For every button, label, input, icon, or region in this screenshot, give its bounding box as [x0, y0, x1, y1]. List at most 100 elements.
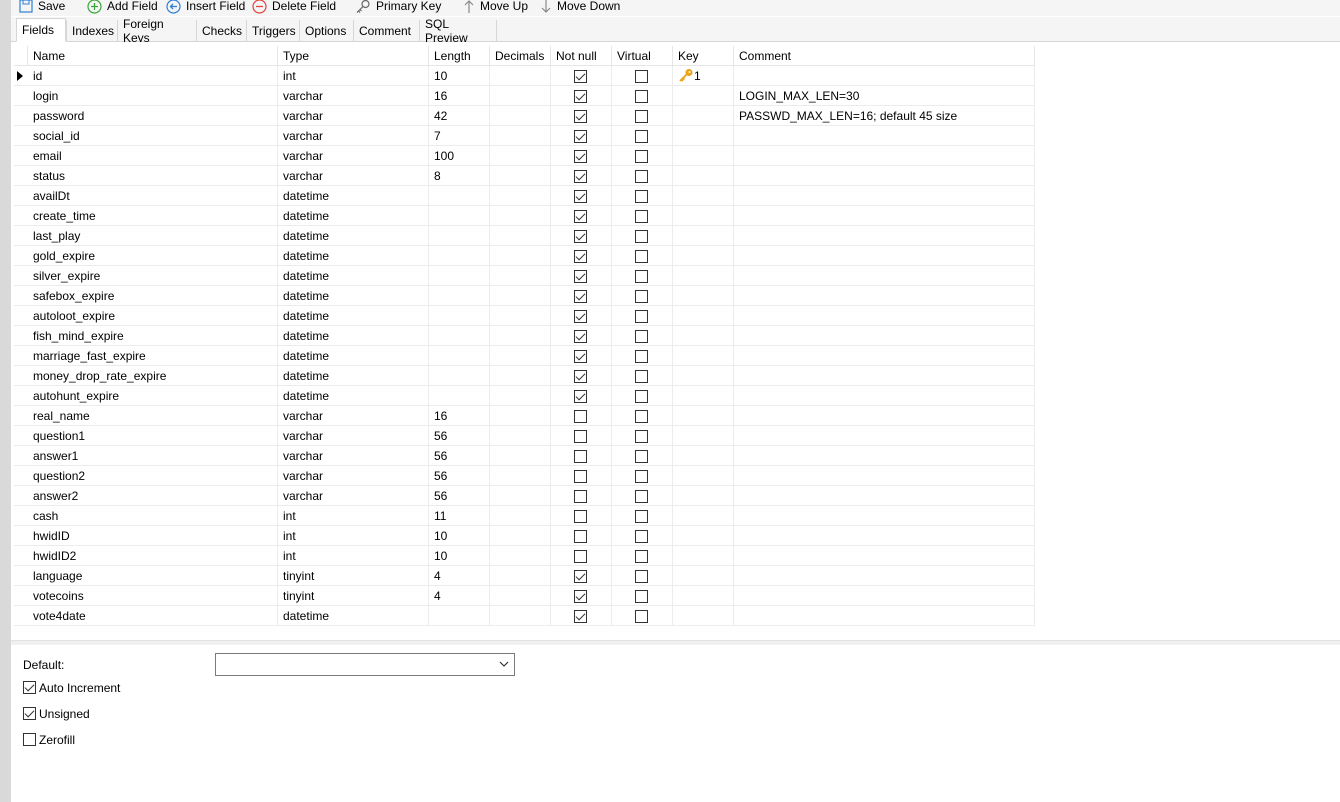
virtual-checkbox[interactable] [635, 470, 648, 483]
virtual-checkbox[interactable] [635, 570, 648, 583]
insert-field-button[interactable]: Insert Field [166, 0, 245, 16]
cell-comment[interactable] [734, 306, 1035, 326]
not-null-checkbox[interactable] [574, 590, 587, 603]
cell-length[interactable] [429, 246, 490, 266]
cell-length[interactable] [429, 326, 490, 346]
cell-comment[interactable] [734, 226, 1035, 246]
cell-decimals[interactable] [490, 426, 551, 446]
cell-type[interactable]: tinyint [278, 566, 429, 586]
table-row[interactable]: hwidID int 10 [14, 526, 1035, 546]
cell-decimals[interactable] [490, 526, 551, 546]
header-length[interactable]: Length [429, 46, 490, 66]
cell-key[interactable] [673, 166, 734, 186]
zerofill-checkbox[interactable] [23, 733, 36, 746]
virtual-checkbox[interactable] [635, 370, 648, 383]
cell-decimals[interactable] [490, 186, 551, 206]
cell-type[interactable]: varchar [278, 486, 429, 506]
cell-decimals[interactable] [490, 66, 551, 86]
table-row[interactable]: money_drop_rate_expire datetime [14, 366, 1035, 386]
cell-decimals[interactable] [490, 366, 551, 386]
cell-length[interactable]: 4 [429, 566, 490, 586]
cell-key[interactable] [673, 486, 734, 506]
table-row[interactable]: gold_expire datetime [14, 246, 1035, 266]
not-null-checkbox[interactable] [574, 510, 587, 523]
cell-decimals[interactable] [490, 166, 551, 186]
cell-comment[interactable] [734, 286, 1035, 306]
cell-type[interactable]: varchar [278, 446, 429, 466]
not-null-checkbox[interactable] [574, 170, 587, 183]
virtual-checkbox[interactable] [635, 90, 648, 103]
cell-key[interactable] [673, 226, 734, 246]
move-up-button[interactable]: Move Up [463, 0, 528, 16]
virtual-checkbox[interactable] [635, 110, 648, 123]
cell-comment[interactable] [734, 146, 1035, 166]
cell-length[interactable] [429, 186, 490, 206]
header-decimals[interactable]: Decimals [490, 46, 551, 66]
not-null-checkbox[interactable] [574, 370, 587, 383]
cell-type[interactable]: datetime [278, 246, 429, 266]
cell-key[interactable] [673, 286, 734, 306]
cell-type[interactable]: datetime [278, 606, 429, 626]
tab-indexes[interactable]: Indexes [66, 20, 117, 42]
cell-name[interactable]: fish_mind_expire [28, 326, 278, 346]
cell-type[interactable]: datetime [278, 386, 429, 406]
virtual-checkbox[interactable] [635, 210, 648, 223]
not-null-checkbox[interactable] [574, 350, 587, 363]
virtual-checkbox[interactable] [635, 410, 648, 423]
cell-name[interactable]: cash [28, 506, 278, 526]
cell-name[interactable]: question2 [28, 466, 278, 486]
not-null-checkbox[interactable] [574, 410, 587, 423]
cell-type[interactable]: varchar [278, 166, 429, 186]
cell-comment[interactable] [734, 546, 1035, 566]
cell-comment[interactable] [734, 426, 1035, 446]
not-null-checkbox[interactable] [574, 130, 587, 143]
cell-decimals[interactable] [490, 146, 551, 166]
table-row[interactable]: autoloot_expire datetime [14, 306, 1035, 326]
virtual-checkbox[interactable] [635, 450, 648, 463]
cell-name[interactable]: login [28, 86, 278, 106]
cell-name[interactable]: last_play [28, 226, 278, 246]
cell-length[interactable]: 100 [429, 146, 490, 166]
cell-key[interactable] [673, 366, 734, 386]
cell-comment[interactable]: LOGIN_MAX_LEN=30 [734, 86, 1035, 106]
cell-name[interactable]: vote4date [28, 606, 278, 626]
cell-comment[interactable]: PASSWD_MAX_LEN=16; default 45 size [734, 106, 1035, 126]
cell-decimals[interactable] [490, 266, 551, 286]
cell-type[interactable]: tinyint [278, 586, 429, 606]
cell-length[interactable]: 4 [429, 586, 490, 606]
cell-decimals[interactable] [490, 86, 551, 106]
cell-comment[interactable] [734, 486, 1035, 506]
not-null-checkbox[interactable] [574, 330, 587, 343]
cell-key[interactable] [673, 606, 734, 626]
cell-type[interactable]: varchar [278, 126, 429, 146]
table-row[interactable]: autohunt_expire datetime [14, 386, 1035, 406]
cell-type[interactable]: datetime [278, 326, 429, 346]
cell-decimals[interactable] [490, 386, 551, 406]
virtual-checkbox[interactable] [635, 270, 648, 283]
cell-type[interactable]: varchar [278, 426, 429, 446]
cell-length[interactable]: 16 [429, 406, 490, 426]
virtual-checkbox[interactable] [635, 490, 648, 503]
table-row[interactable]: question1 varchar 56 [14, 426, 1035, 446]
not-null-checkbox[interactable] [574, 570, 587, 583]
cell-comment[interactable] [734, 66, 1035, 86]
cell-decimals[interactable] [490, 306, 551, 326]
primary-key-button[interactable]: Primary Key [355, 0, 441, 16]
cell-key[interactable] [673, 126, 734, 146]
cell-comment[interactable] [734, 586, 1035, 606]
cell-type[interactable]: int [278, 526, 429, 546]
virtual-checkbox[interactable] [635, 230, 648, 243]
virtual-checkbox[interactable] [635, 610, 648, 623]
table-row[interactable]: fish_mind_expire datetime [14, 326, 1035, 346]
virtual-checkbox[interactable] [635, 250, 648, 263]
cell-name[interactable]: availDt [28, 186, 278, 206]
cell-length[interactable] [429, 206, 490, 226]
cell-key[interactable] [673, 306, 734, 326]
cell-type[interactable]: int [278, 66, 429, 86]
cell-decimals[interactable] [490, 586, 551, 606]
cell-key[interactable] [673, 106, 734, 126]
tab-checks[interactable]: Checks [196, 20, 246, 42]
cell-type[interactable]: varchar [278, 146, 429, 166]
cell-decimals[interactable] [490, 466, 551, 486]
tab-sql-preview[interactable]: SQL Preview [419, 17, 497, 45]
